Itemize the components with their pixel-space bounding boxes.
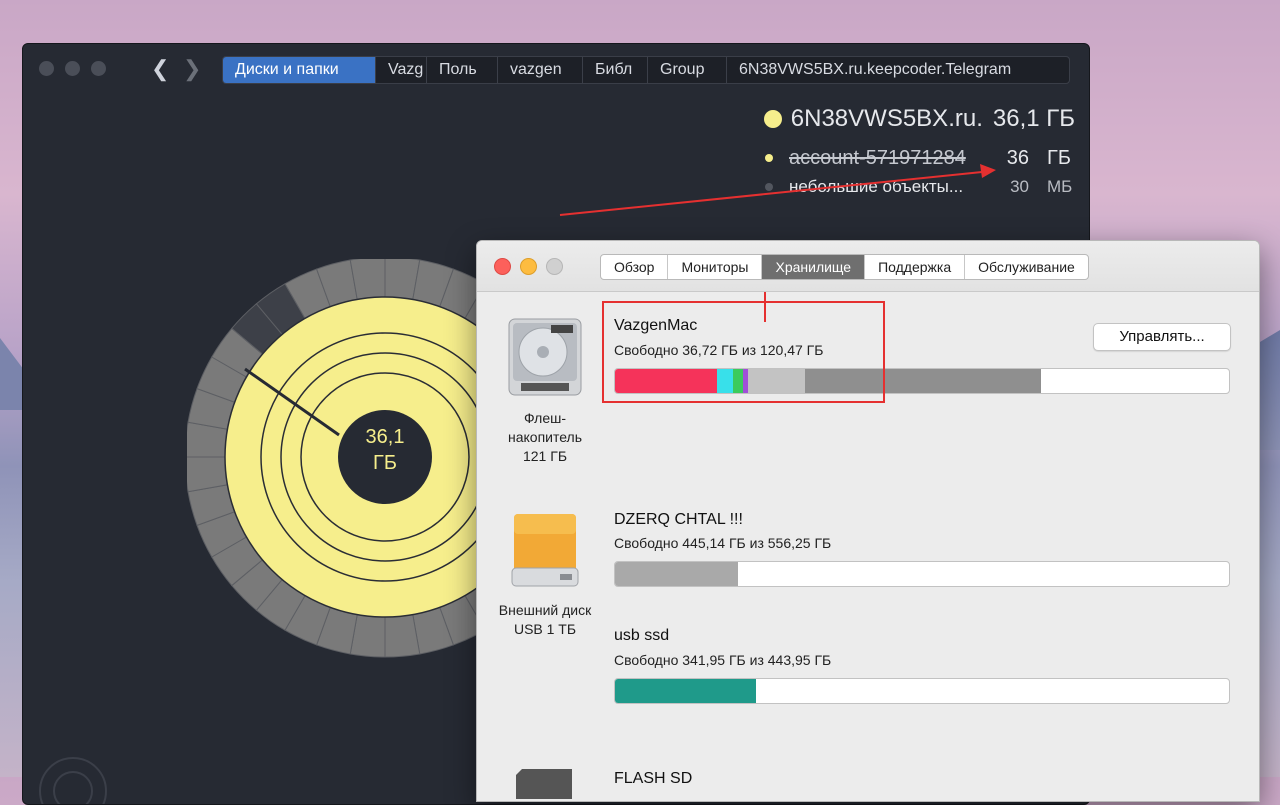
- annotation-highlight-box: [602, 301, 885, 403]
- manage-button[interactable]: Управлять...: [1093, 323, 1231, 351]
- breadcrumb-item[interactable]: Group: [647, 57, 726, 83]
- window-controls: [39, 61, 106, 76]
- breadcrumb-item[interactable]: Vazg: [375, 57, 426, 83]
- title-bar: Обзор Мониторы Хранилище Поддержка Обслу…: [477, 241, 1259, 292]
- drive-name: DZERQ CHTAL !!!: [614, 511, 743, 528]
- zoom-button[interactable]: [91, 61, 106, 76]
- center-size-unit: ГБ: [373, 452, 397, 474]
- minimize-button[interactable]: [520, 258, 537, 275]
- internal-drive-icon: [508, 318, 582, 396]
- scan-icon[interactable]: [39, 757, 107, 804]
- drive-name: FLASH SD: [614, 770, 693, 787]
- list-item[interactable]: небольшие объекты... 30 МБ: [715, 174, 1075, 200]
- drive-capacity-label: USB 1 ТБ: [513, 621, 577, 637]
- folder-color-dot: [765, 154, 773, 162]
- drive-free-space: Свободно 445,14 ГБ из 556,25 ГБ: [614, 535, 832, 551]
- forward-arrow-icon[interactable]: ❯: [183, 56, 201, 82]
- storage-segment: [615, 679, 757, 703]
- tab-support[interactable]: Поддержка: [865, 255, 966, 279]
- item-size-unit: МБ: [1047, 177, 1073, 196]
- tab-storage[interactable]: Хранилище: [762, 255, 866, 279]
- tab-service[interactable]: Обслуживание: [965, 255, 1088, 279]
- selection-info: 6N38VWS5BX.ru. 36,1 ГБ account-57197128­…: [715, 102, 1075, 200]
- tab-displays[interactable]: Мониторы: [668, 255, 763, 279]
- item-size-unit: ГБ: [1047, 146, 1071, 169]
- zoom-button[interactable]: [546, 258, 563, 275]
- folder-color-dot: [763, 110, 782, 128]
- center-size-value: 36,1: [366, 426, 405, 448]
- window-controls: [494, 258, 563, 275]
- breadcrumb-item[interactable]: Диски и папки: [223, 57, 375, 83]
- item-name: небольшие объекты...: [789, 177, 964, 196]
- item-size-value: 36: [1006, 146, 1029, 169]
- selected-folder-size: 36,1 ГБ: [992, 105, 1075, 132]
- storage-segment: [615, 562, 738, 586]
- selected-folder-name: 6N38VWS5BX.ru.: [790, 105, 983, 132]
- item-name: account-57197128­4: [789, 146, 966, 169]
- drive-name: usb ssd: [614, 627, 670, 644]
- storage-usage-bar[interactable]: [614, 678, 1230, 704]
- drive-caption: Внешний диск USB 1 ТБ: [480, 601, 610, 639]
- selected-folder[interactable]: 6N38VWS5BX.ru. 36,1 ГБ: [715, 102, 1075, 136]
- storage-usage-bar[interactable]: [614, 561, 1230, 587]
- breadcrumb-item[interactable]: Библ: [582, 57, 647, 83]
- list-item[interactable]: account-57197128­4 36 ГБ: [715, 142, 1075, 174]
- tab-bar: Обзор Мониторы Хранилище Поддержка Обслу…: [600, 254, 1089, 280]
- files-color-dot: [765, 183, 773, 191]
- minimize-button[interactable]: [65, 61, 80, 76]
- close-button[interactable]: [39, 61, 54, 76]
- drive-capacity-label: 121 ГБ: [522, 448, 568, 464]
- breadcrumb: Диски и папки Vazg Поль vazgen Библ Grou…: [222, 56, 1070, 84]
- back-arrow-icon[interactable]: ❮: [151, 56, 169, 82]
- drive-caption: Флеш- накопитель 121 ГБ: [480, 409, 610, 466]
- breadcrumb-item[interactable]: Поль: [426, 57, 497, 83]
- tab-overview[interactable]: Обзор: [601, 255, 669, 279]
- drive-type-label: Флеш-: [523, 410, 567, 426]
- sd-card-icon: [516, 769, 572, 799]
- item-size-value: 30: [1010, 177, 1029, 196]
- drive-type-label: накопитель: [507, 429, 583, 445]
- close-button[interactable]: [494, 258, 511, 275]
- breadcrumb-item[interactable]: vazgen: [497, 57, 582, 83]
- drive-free-space: Свободно 341,95 ГБ из 443,95 ГБ: [614, 652, 832, 668]
- external-drive-icon: [511, 514, 579, 587]
- drive-type-label: Внешний диск: [498, 602, 592, 618]
- breadcrumb-item[interactable]: 6N38VWS5BX.ru.keepcoder.Telegram: [726, 57, 1069, 83]
